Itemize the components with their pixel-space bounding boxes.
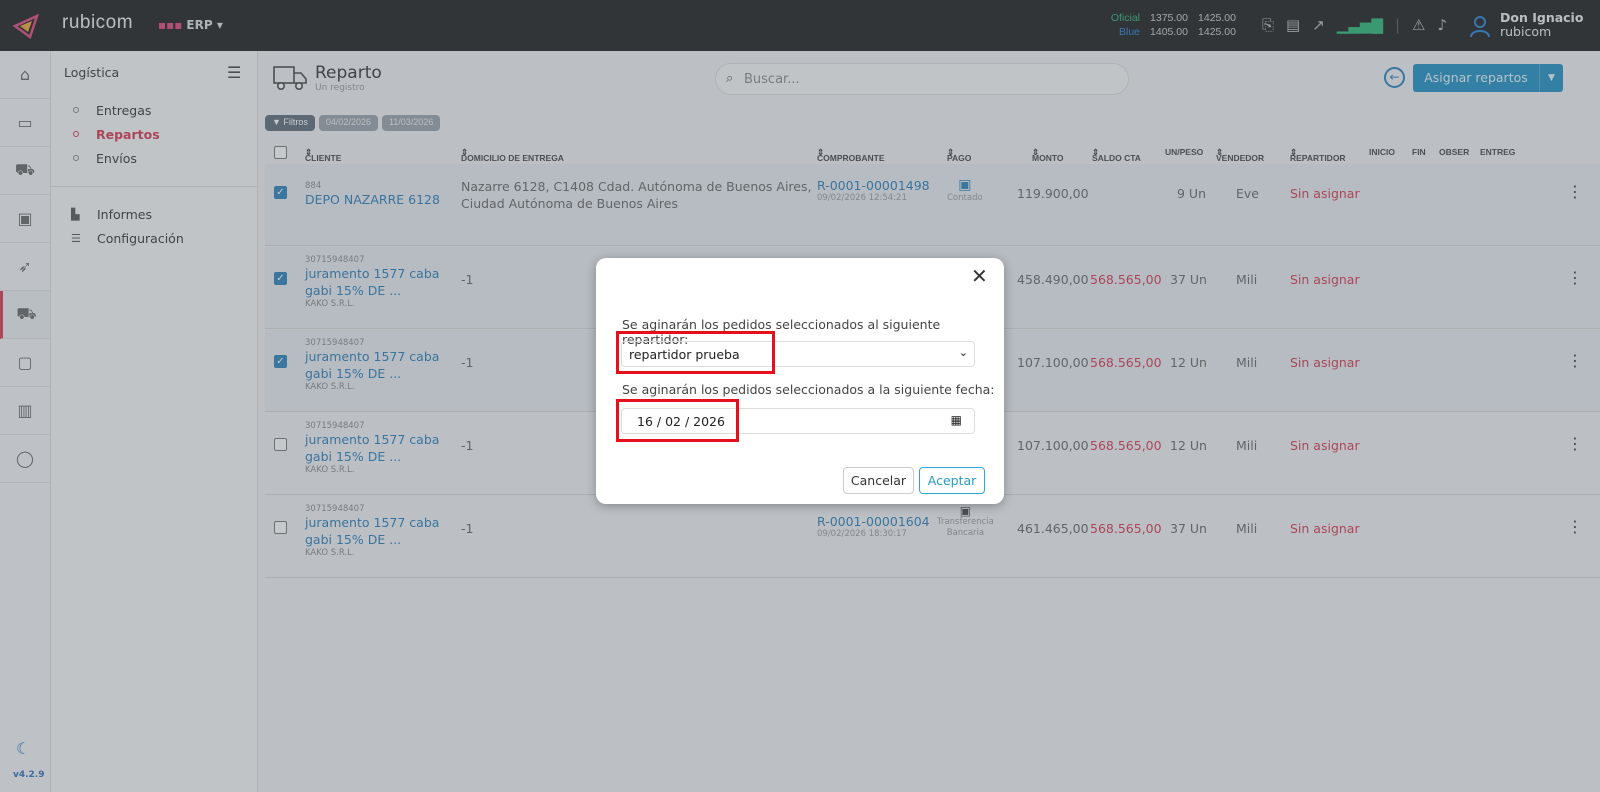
highlight-box [616, 331, 775, 374]
chevron-down-icon: ⌄ [958, 346, 968, 359]
close-icon[interactable]: ✕ [971, 264, 988, 288]
fecha-label: Se aginarán los pedidos seleccionados a … [622, 382, 995, 397]
assign-dialog: ✕ Se aginarán los pedidos seleccionados … [596, 258, 1004, 504]
calendar-icon[interactable]: ▦ [951, 413, 962, 427]
highlight-box [616, 399, 739, 442]
accept-button[interactable]: Aceptar [919, 467, 985, 494]
cancel-button[interactable]: Cancelar [843, 467, 914, 494]
